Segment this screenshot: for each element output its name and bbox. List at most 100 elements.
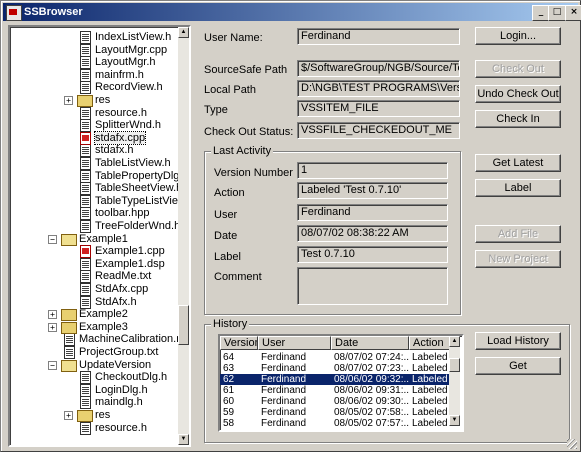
tree-item[interactable]: StdAfx.cpp <box>10 283 176 296</box>
tree-item[interactable]: LayoutMgr.h <box>10 56 176 70</box>
history-cell: 58 <box>223 418 235 429</box>
maximize-button[interactable]: □ <box>548 5 566 21</box>
expand-icon[interactable]: + <box>64 411 73 420</box>
tree-item-label: Example2 <box>79 308 128 321</box>
file-icon <box>80 56 91 70</box>
tree-item[interactable]: MachineCalibration.mdb <box>10 333 189 347</box>
title-bar[interactable]: SSBrowser _ □ × <box>3 3 581 21</box>
col-header-date[interactable]: Date <box>331 336 409 350</box>
tree-item[interactable]: CheckoutDlg.h <box>10 371 176 385</box>
tree-item[interactable]: + Example2 <box>10 308 176 322</box>
history-cell: Labeled ' <box>412 418 450 429</box>
new-project-button[interactable]: New Project <box>475 250 561 268</box>
get-button[interactable]: Get <box>475 357 561 375</box>
tree-item[interactable]: − UpdateVersion <box>10 359 176 372</box>
tree-item[interactable]: TableSheetView.h <box>10 182 182 196</box>
add-file-button[interactable]: Add File <box>475 225 561 243</box>
history-row[interactable]: 60 Ferdinand 08/06/02 09:30:... Labeled ' <box>220 396 450 407</box>
scroll-down-icon[interactable]: ▼ <box>449 415 460 426</box>
tree-item[interactable]: resource.h <box>10 106 176 120</box>
tree-item[interactable]: Example1.dsp <box>10 257 176 271</box>
col-header-user[interactable]: User <box>258 336 331 350</box>
history-title: History <box>211 318 250 330</box>
tree-item-label: Example1.dsp <box>95 257 165 270</box>
label-button[interactable]: Label <box>475 179 561 197</box>
tree-item[interactable]: SplitterWnd.h <box>10 119 176 133</box>
tree-item[interactable]: TreeFolderWnd.h <box>10 220 180 233</box>
history-row[interactable]: 62 Ferdinand 08/06/02 09:32:... Labeled ' <box>220 374 450 385</box>
scroll-up-icon[interactable]: ▲ <box>449 336 460 347</box>
tree-item[interactable]: stdafx.h <box>10 144 176 158</box>
collapse-icon[interactable]: − <box>48 234 57 244</box>
tree-item[interactable]: + Example3 <box>10 321 176 334</box>
load-history-button[interactable]: Load History <box>475 332 561 350</box>
expand-icon[interactable]: + <box>64 96 73 105</box>
col-header-action[interactable]: Action <box>409 336 450 350</box>
tree-item[interactable]: LoginDlg.h <box>10 383 176 397</box>
tree-item-label: IndexListView.h <box>95 31 172 43</box>
scroll-thumb[interactable] <box>178 305 189 345</box>
tree-item[interactable]: LayoutMgr.cpp <box>10 43 176 57</box>
tree-item[interactable]: toolbar.hpp <box>10 207 176 221</box>
tree-item[interactable]: TablePropertyDlg.h <box>10 169 189 183</box>
folder-icon <box>61 233 77 246</box>
col-header-version[interactable]: Version <box>220 336 258 350</box>
get-latest-button[interactable]: Get Latest <box>475 154 561 172</box>
check-in-button[interactable]: Check In <box>475 110 561 128</box>
tree-item[interactable]: ReadMe.txt <box>10 270 176 284</box>
type-field: VSSITEM_FILE <box>297 100 460 117</box>
expand-icon[interactable]: + <box>48 322 57 332</box>
history-cell: 60 <box>223 396 235 407</box>
action-label: Action <box>214 187 245 199</box>
tree-item[interactable]: IndexListView.h <box>10 31 176 44</box>
history-cell: Ferdinand <box>261 374 307 385</box>
tree-item[interactable]: stdafx.cpp <box>10 130 176 145</box>
file-icon <box>64 346 75 359</box>
tree-item[interactable]: resource.h <box>10 421 176 435</box>
tree-item[interactable]: mainfrm.h <box>10 68 176 82</box>
tree-item[interactable]: TableTypeListView.h <box>10 194 189 208</box>
tree-item[interactable]: RecordView.h <box>10 81 176 95</box>
history-row[interactable]: 63 Ferdinand 08/07/02 07:23:... Labeled ' <box>220 363 450 374</box>
version-label: Version Number <box>214 167 293 179</box>
file-icon <box>80 245 91 259</box>
history-row[interactable]: 61 Ferdinand 08/06/02 09:31:... Labeled ' <box>220 385 450 396</box>
tree-item[interactable]: StdAfx.h <box>10 295 176 309</box>
tree-item-label: RecordView.h <box>95 81 163 94</box>
close-button[interactable]: × <box>565 5 581 21</box>
version-field: 1 <box>297 162 448 179</box>
tree-item[interactable]: maindlg.h <box>10 396 176 410</box>
history-list[interactable]: Version User Date Action 64 Ferdinand 08/0… <box>218 334 464 432</box>
resize-grip[interactable] <box>567 439 577 449</box>
expand-icon[interactable]: + <box>48 310 57 320</box>
tree-item-label: StdAfx.cpp <box>95 283 149 295</box>
tree-scrollbar[interactable]: ▲ ▼ <box>178 27 189 445</box>
tree-item[interactable]: Example1.cpp <box>10 245 176 259</box>
scroll-thumb[interactable] <box>449 358 460 372</box>
tree-item-label: res <box>95 94 111 106</box>
history-cell: Ferdinand <box>261 418 307 429</box>
history-scrollbar[interactable]: ▲ ▼ <box>449 336 460 426</box>
user-name-label: User Name: <box>204 32 263 44</box>
file-icon <box>80 421 91 435</box>
check-out-button[interactable]: Check Out <box>475 60 561 78</box>
tree-item[interactable]: ProjectGroup.txt <box>10 346 176 359</box>
collapse-icon[interactable]: − <box>48 360 57 370</box>
scroll-down-icon[interactable]: ▼ <box>178 434 189 445</box>
tree-item[interactable]: + res <box>10 409 176 422</box>
undo-check-out-button[interactable]: Undo Check Out <box>475 85 561 103</box>
file-icon <box>80 270 91 284</box>
history-row[interactable]: 64 Ferdinand 08/07/02 07:24:... Labeled ' <box>220 352 450 363</box>
login-button[interactable]: Login... <box>475 27 561 45</box>
history-row[interactable]: 58 Ferdinand 08/05/02 07:57:... Labeled ' <box>220 418 450 429</box>
tree-item[interactable]: TableListView.h <box>10 157 176 170</box>
history-row[interactable]: 59 Ferdinand 08/05/02 07:58:... Labeled ' <box>220 407 450 418</box>
file-icon <box>80 194 91 208</box>
tree-item[interactable]: + res <box>10 94 176 107</box>
history-cell: 08/06/02 09:30:... <box>334 396 410 407</box>
comment-field <box>297 267 448 305</box>
project-tree[interactable]: resource.h + res maindlg.h LoginDlg.h Checkou… <box>8 25 191 447</box>
file-icon <box>80 396 91 410</box>
scroll-up-icon[interactable]: ▲ <box>178 27 189 38</box>
tree-item[interactable]: − Example1 <box>10 233 176 246</box>
